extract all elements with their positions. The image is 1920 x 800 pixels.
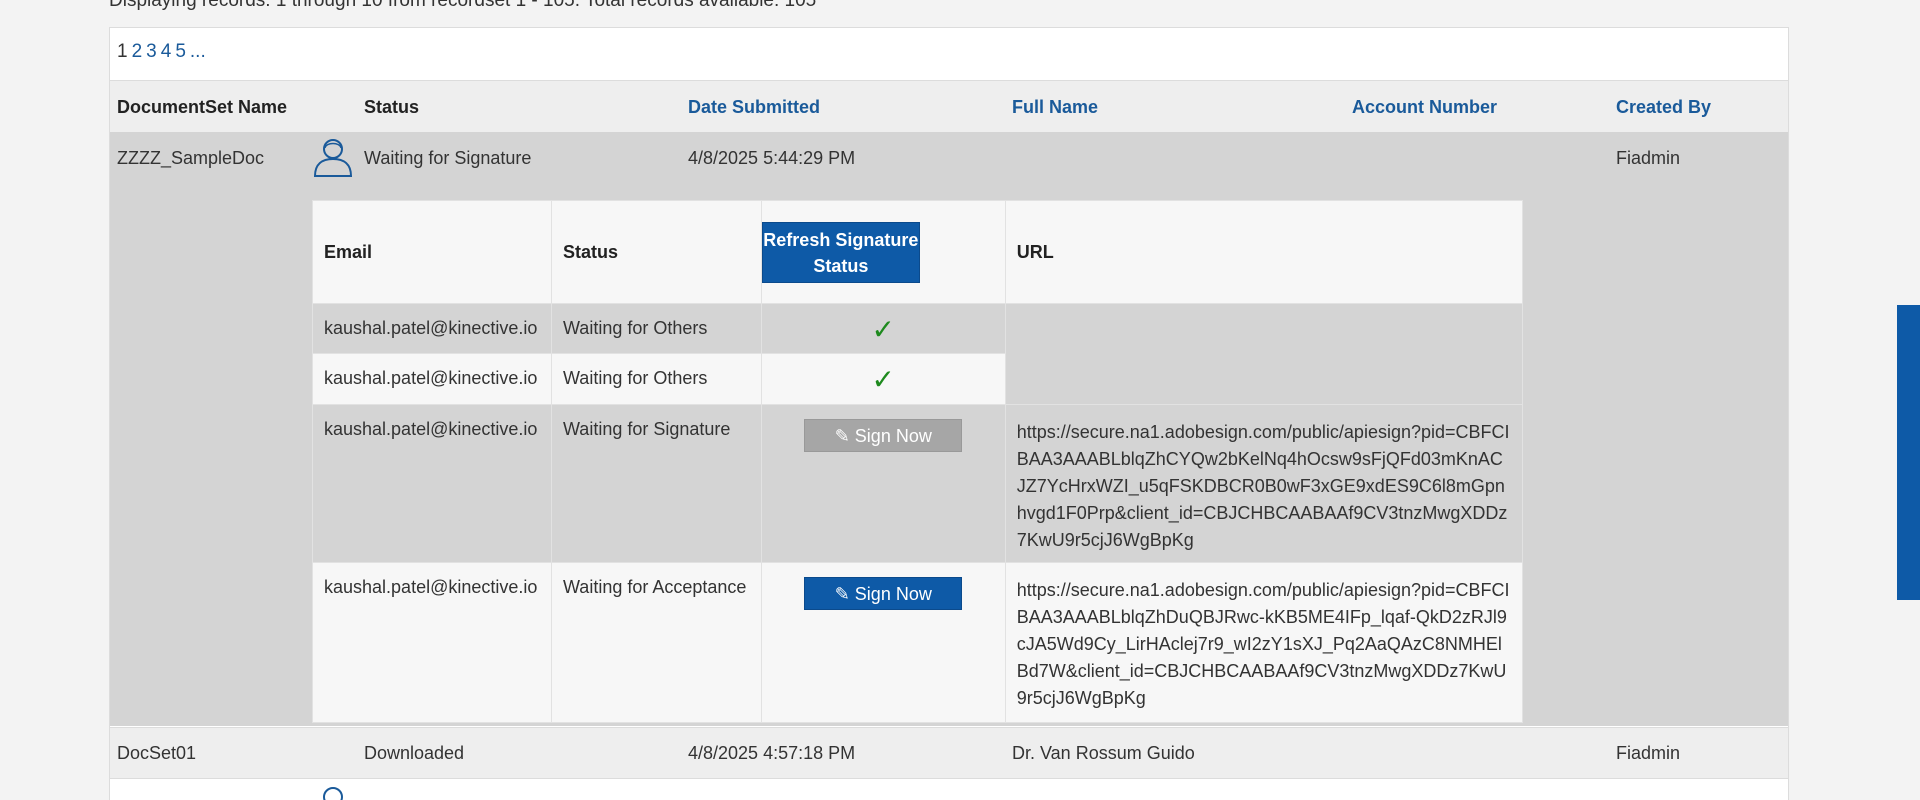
- signer-email: kaushal.patel@kinective.io: [312, 404, 552, 563]
- signer-col-url: URL: [1004, 200, 1524, 304]
- table-row: [110, 727, 1788, 779]
- page-link-3[interactable]: 3: [146, 41, 157, 62]
- refresh-signature-status-button[interactable]: Refresh Signature Status: [761, 221, 920, 283]
- signer-col-email: Email: [312, 200, 552, 304]
- signer-url: https://secure.na1.adobesign.com/public/…: [1004, 404, 1524, 563]
- docset-status: Downloaded: [364, 743, 465, 763]
- docset-date: 4/8/2025 4:57:18 PM: [688, 743, 856, 763]
- signer-status: Waiting for Others: [550, 303, 762, 354]
- col-header-name: DocumentSet Name: [117, 97, 288, 117]
- page-link-5[interactable]: 5: [175, 41, 186, 62]
- sign-now-button-disabled: ✎ Sign Now: [804, 419, 963, 452]
- docset-status: Waiting for Signature: [364, 148, 532, 168]
- signer-col-status: Status: [550, 200, 762, 304]
- signer-row: kaushal.patel@kinective.io Waiting for S…: [312, 404, 1524, 563]
- signer-row: kaushal.patel@kinective.io Waiting for O…: [312, 303, 1524, 405]
- signer-table-header: Email Status Refresh Signature Status UR…: [312, 200, 1524, 304]
- signer-action: ✓: [760, 353, 1006, 405]
- docset-name: ZZZZ_SampleDoc: [117, 148, 265, 168]
- person-outline-icon[interactable]: [312, 136, 354, 178]
- signer-action: ✎ Sign Now: [760, 562, 1006, 723]
- pen-icon: ✎: [834, 584, 850, 604]
- table-header: DocumentSet Name Status Date Submitted F…: [110, 80, 1788, 132]
- col-header-full-name[interactable]: Full Name: [1012, 97, 1098, 118]
- signer-row: kaushal.patel@kinective.io Waiting for A…: [312, 562, 1524, 723]
- signer-col-refresh: Refresh Signature Status: [760, 200, 1006, 304]
- signer-email: kaushal.patel@kinective.io: [312, 562, 552, 723]
- sign-now-button[interactable]: ✎ Sign Now: [804, 577, 963, 610]
- signer-table: Email Status Refresh Signature Status UR…: [312, 200, 1524, 723]
- checkmark-icon: ✓: [871, 364, 895, 395]
- signer-url: https://secure.na1.adobesign.com/public/…: [1004, 562, 1524, 723]
- signer-status: Waiting for Acceptance: [550, 562, 762, 723]
- col-header-status: Status: [364, 97, 420, 117]
- docset-created-by: Fiadmin: [1616, 148, 1681, 168]
- docset-created-by: Fiadmin: [1616, 743, 1681, 763]
- page-current: 1: [117, 41, 128, 62]
- pagination: 1 2 3 4 5...: [117, 41, 206, 63]
- signer-action: ✎ Sign Now: [760, 404, 1006, 563]
- signer-status: Waiting for Others: [550, 353, 762, 405]
- col-header-created-by[interactable]: Created By: [1616, 97, 1711, 118]
- page-link-2[interactable]: 2: [132, 41, 143, 62]
- docset-full-name: Dr. Van Rossum Guido: [1012, 743, 1195, 763]
- page-link-more[interactable]: ...: [190, 41, 206, 62]
- person-outline-icon[interactable]: [312, 784, 354, 800]
- table-row: [110, 780, 1788, 800]
- sign-now-label: Sign Now: [854, 584, 932, 604]
- side-panel-tab[interactable]: [1897, 305, 1920, 600]
- docset-name: DocSet01: [117, 743, 197, 763]
- col-header-account-number[interactable]: Account Number: [1352, 97, 1497, 118]
- checkmark-icon: ✓: [871, 314, 895, 345]
- pen-icon: ✎: [834, 426, 850, 446]
- docset-date: 4/8/2025 5:44:29 PM: [688, 148, 856, 168]
- signer-email: kaushal.patel@kinective.io: [312, 303, 552, 354]
- signer-status: Waiting for Signature: [550, 404, 762, 563]
- signer-action: ✓: [760, 303, 1006, 354]
- signer-url: [1004, 303, 1524, 405]
- signer-email: kaushal.patel@kinective.io: [312, 353, 552, 405]
- sign-now-label: Sign Now: [854, 426, 932, 446]
- page-link-4[interactable]: 4: [161, 41, 172, 62]
- col-header-date-submitted[interactable]: Date Submitted: [688, 97, 820, 118]
- records-summary: Displaying records: 1 through 10 from re…: [109, 0, 817, 11]
